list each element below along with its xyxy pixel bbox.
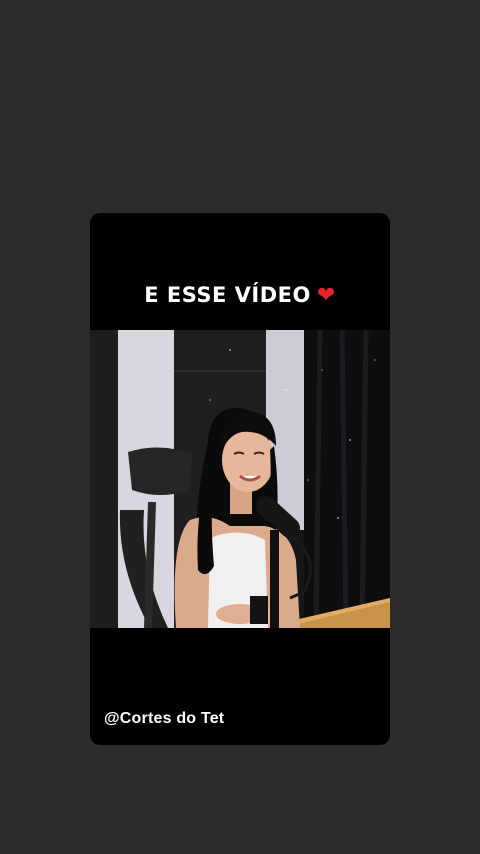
video-frame[interactable] <box>90 330 390 628</box>
video-still-image <box>90 330 390 628</box>
story-viewer: E ESSE VÍDEO ❤ @Cortes do Tet <box>0 0 480 854</box>
watermark-handle: @Cortes do Tet <box>104 710 225 727</box>
caption-text: E ESSE VÍDEO <box>144 283 311 307</box>
heart-emoji-icon: ❤ <box>316 283 336 308</box>
caption-overlay: E ESSE VÍDEO ❤ <box>90 283 390 308</box>
video-post-card[interactable]: E ESSE VÍDEO ❤ @Cortes do Tet <box>90 213 390 745</box>
